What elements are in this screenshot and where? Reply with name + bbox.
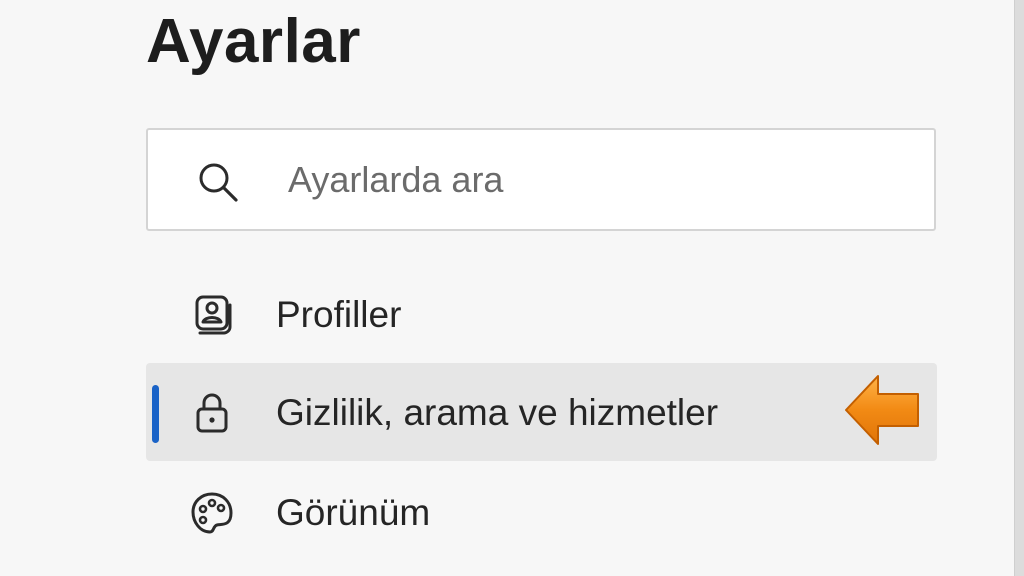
page-title: Ayarlar: [146, 7, 361, 76]
lock-icon: [196, 393, 228, 433]
sidebar-item-label: Görünüm: [276, 492, 431, 533]
sidebar-item-appearance[interactable]: Görünüm: [146, 463, 937, 561]
search-box[interactable]: [146, 128, 936, 231]
palette-icon: [191, 492, 233, 534]
sidebar-item-label: Gizlilik, arama ve hizmetler: [276, 392, 719, 433]
search-icon: [199, 163, 238, 202]
window-edge: [1014, 0, 1024, 576]
sidebar-item-label: Profiller: [276, 294, 402, 335]
search-input[interactable]: [288, 152, 908, 208]
settings-panel: Ayarlar Profiller Gizlilik, arama ve hiz…: [0, 0, 1014, 576]
profile-icon: [195, 295, 232, 335]
active-indicator: [152, 385, 159, 443]
arrow-left-icon: [845, 375, 919, 445]
sidebar-item-profiles[interactable]: Profiller: [146, 265, 937, 363]
sidebar-item-privacy[interactable]: Gizlilik, arama ve hizmetler: [146, 363, 937, 461]
